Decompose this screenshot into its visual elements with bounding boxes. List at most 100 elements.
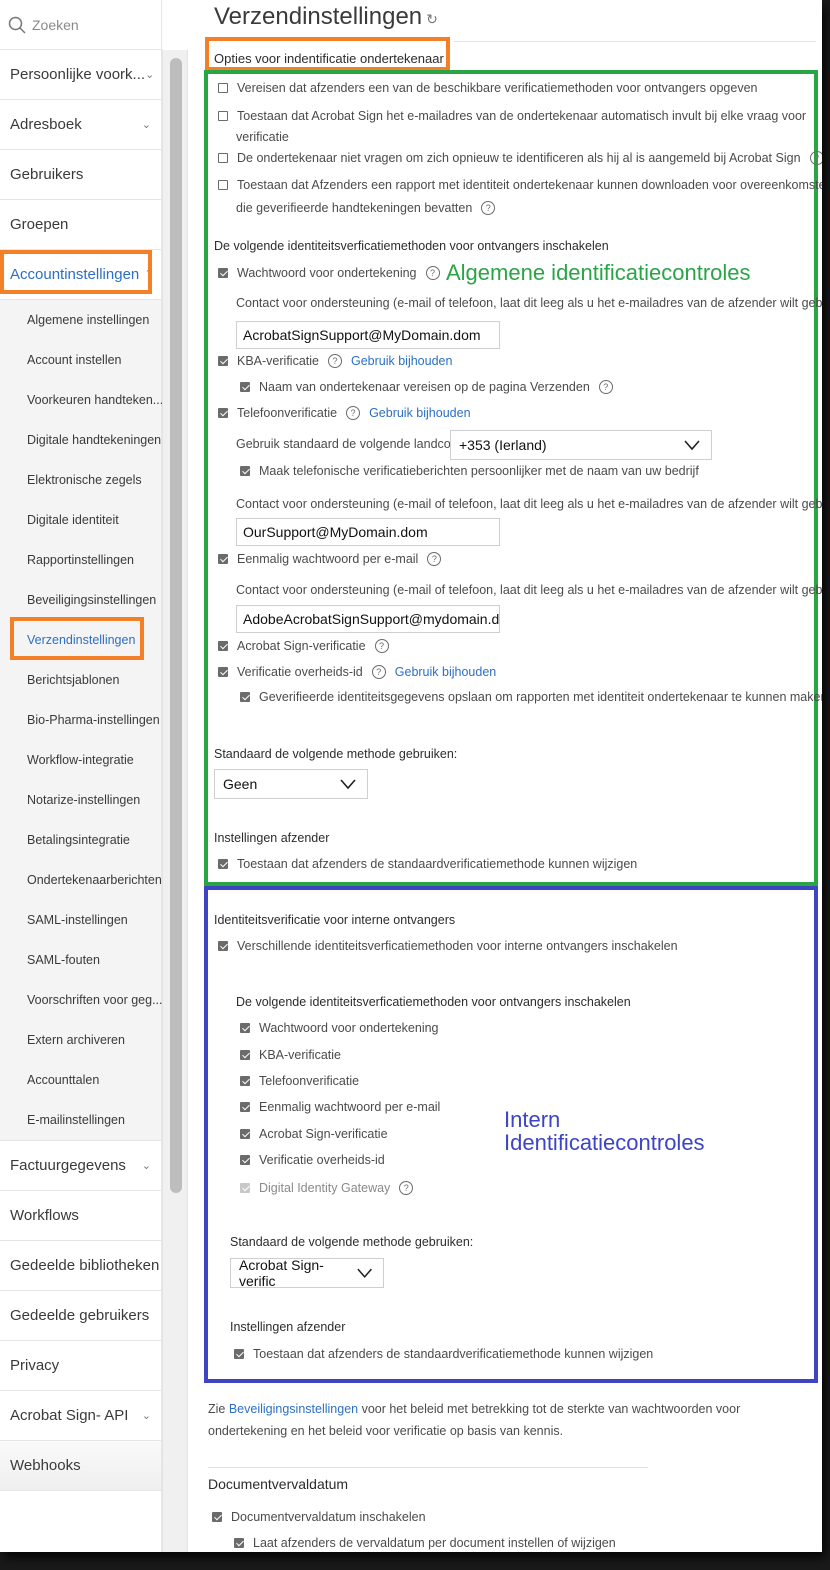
checkbox[interactable]: [218, 859, 228, 869]
help-icon[interactable]: ?: [371, 665, 386, 679]
help-icon[interactable]: ?: [598, 380, 613, 394]
checkbox[interactable]: [218, 180, 228, 190]
sidebar-subitem-digitale-identiteit[interactable]: Digitale identiteit: [0, 500, 161, 540]
internal-sender-allow-change[interactable]: Toestaan dat afzenders de standaardverif…: [234, 1347, 653, 1361]
help-icon[interactable]: ?: [809, 151, 822, 165]
sender-allow-change[interactable]: Toestaan dat afzenders de standaardverif…: [218, 857, 637, 871]
internal-method-kba[interactable]: KBA-verificatie: [240, 1048, 341, 1062]
checkbox[interactable]: [218, 667, 228, 677]
sidebar-subitem-elektronische-zegels[interactable]: Elektronische zegels: [0, 460, 161, 500]
checkbox[interactable]: [240, 466, 250, 476]
internal-method-gov-id[interactable]: Verificatie overheids-id: [240, 1153, 385, 1167]
checkbox[interactable]: [218, 268, 228, 278]
sidebar-subitem-algemene-instellingen[interactable]: Algemene instellingen: [0, 300, 161, 340]
sidebar-item-adresboek[interactable]: Adresboek ⌄: [0, 100, 161, 150]
sidebar-subitem-rapportinstellingen[interactable]: Rapportinstellingen: [0, 540, 161, 580]
internal-method-email-otp[interactable]: Eenmalig wachtwoord per e-mail: [240, 1100, 440, 1114]
checkbox[interactable]: [234, 1538, 244, 1548]
help-icon[interactable]: ?: [427, 552, 442, 566]
sidebar-item-privacy[interactable]: Privacy: [0, 1341, 161, 1391]
checkbox[interactable]: [212, 1512, 222, 1522]
checkbox[interactable]: [240, 692, 250, 702]
checkbox[interactable]: [240, 1023, 250, 1033]
method-phone[interactable]: Telefoonverificatie ? Gebruik bijhouden: [218, 406, 471, 420]
method-password[interactable]: Wachtwoord voor ondertekening ?: [218, 266, 440, 280]
method-kba[interactable]: KBA-verificatie ? Gebruik bijhouden: [218, 354, 452, 368]
sidebar-subitem-extern-archiveren[interactable]: Extern archiveren: [0, 1020, 161, 1060]
help-icon[interactable]: ?: [374, 639, 389, 653]
refresh-icon[interactable]: ↻: [426, 11, 438, 27]
sidebar-item-acrobat-sign-api[interactable]: Acrobat Sign- API ⌄: [0, 1391, 161, 1441]
kba-track-usage-link[interactable]: Gebruik bijhouden: [351, 354, 452, 368]
help-icon[interactable]: ?: [481, 201, 496, 215]
checkbox[interactable]: [218, 83, 228, 93]
doc-expiry-allow-senders[interactable]: Laat afzenders de vervaldatum per docume…: [234, 1536, 616, 1550]
internal-default-method-select[interactable]: Acrobat Sign-verific: [230, 1257, 384, 1289]
sidebar-item-gebruikers[interactable]: Gebruikers: [0, 150, 161, 200]
sidebar-item-persoonlijke-voorkeuren[interactable]: Persoonlijke voork... ⌄: [0, 50, 161, 100]
sidebar-item-gedeelde-bibliotheken[interactable]: Gedeelde bibliotheken: [0, 1241, 161, 1291]
checkbox[interactable]: [218, 408, 228, 418]
country-code-select[interactable]: +353 (Ierland): [450, 430, 712, 460]
sidebar-subitem-saml-instellingen[interactable]: SAML-instellingen: [0, 900, 161, 940]
checkbox[interactable]: [234, 1349, 244, 1359]
sidebar-subitem-ondertekenaarberichten[interactable]: Ondertekenaarberichten: [0, 860, 162, 900]
sidebar-subitem-bio-pharma[interactable]: Bio-Pharma-instellingen: [0, 700, 161, 740]
sidebar-subitem-betalingsintegratie[interactable]: Betalingsintegratie: [0, 820, 161, 860]
checkbox[interactable]: [218, 554, 228, 564]
checkbox[interactable]: [218, 153, 228, 163]
sidebar-subitem-beveiligingsinstellingen[interactable]: Beveiligingsinstellingen: [0, 580, 161, 620]
doc-expiry-enable[interactable]: Documentvervaldatum inschakelen: [212, 1510, 426, 1524]
sidebar-subitem-digitale-handtekeningen[interactable]: Digitale handtekeningen: [0, 420, 161, 460]
sidebar-subitem-accounttalen[interactable]: Accounttalen: [0, 1060, 161, 1100]
option-autofill-email[interactable]: Toestaan dat Acrobat Sign het e-mailadre…: [218, 109, 806, 123]
sidebar-item-workflows[interactable]: Workflows: [0, 1191, 161, 1241]
method-kba-require-name[interactable]: Naam van ondertekenaar vereisen op de pa…: [240, 380, 613, 394]
sidebar-subitem-workflow-integratie[interactable]: Workflow-integratie: [0, 740, 161, 780]
email-otp-support-contact-input[interactable]: AdobeAcrobatSignSupport@mydomain.dor: [236, 605, 500, 633]
sidebar-subitem-voorschriften[interactable]: Voorschriften voor geg...: [0, 980, 163, 1020]
sidebar-subitem-saml-fouten[interactable]: SAML-fouten: [0, 940, 161, 980]
phone-support-contact-input[interactable]: OurSupport@MyDomain.dom: [236, 518, 500, 546]
security-settings-link[interactable]: Beveiligingsinstellingen: [229, 1402, 358, 1416]
sidebar-subitem-berichtsjablonen[interactable]: Berichtsjablonen: [0, 660, 161, 700]
checkbox[interactable]: [218, 356, 228, 366]
default-method-select[interactable]: Geen: [214, 769, 368, 799]
checkbox[interactable]: [218, 641, 228, 651]
password-support-contact-input[interactable]: AcrobatSignSupport@MyDomain.dom: [236, 321, 500, 349]
option-no-reidentify[interactable]: De ondertekenaar niet vragen om zich opn…: [218, 151, 822, 165]
sidebar-scrollbar[interactable]: [162, 50, 188, 1552]
checkbox[interactable]: [218, 941, 228, 951]
checkbox[interactable]: [240, 1076, 250, 1086]
internal-method-password[interactable]: Wachtwoord voor ondertekening: [240, 1021, 439, 1035]
sidebar-subitem-e-mailinstellingen[interactable]: E-mailinstellingen: [0, 1100, 161, 1140]
checkbox[interactable]: [240, 382, 250, 392]
sidebar-subitem-notarize[interactable]: Notarize-instellingen: [0, 780, 161, 820]
gov-id-track-usage-link[interactable]: Gebruik bijhouden: [395, 665, 496, 679]
option-require-verification[interactable]: Vereisen dat afzenders een van de beschi…: [218, 81, 757, 95]
option-identity-report[interactable]: Toestaan dat Afzenders een rapport met i…: [218, 178, 822, 192]
sidebar-item-gedeelde-gebruikers[interactable]: Gedeelde gebruikers: [0, 1291, 161, 1341]
internal-method-phone[interactable]: Telefoonverificatie: [240, 1074, 359, 1088]
help-icon[interactable]: ?: [425, 266, 440, 280]
method-phone-personalize[interactable]: Maak telefonische verificatieberichten p…: [240, 464, 699, 478]
help-icon[interactable]: ?: [399, 1181, 414, 1195]
sidebar-subitem-voorkeuren-handtekening[interactable]: Voorkeuren handteken...: [0, 380, 163, 420]
sidebar-item-groepen[interactable]: Groepen: [0, 200, 161, 250]
checkbox[interactable]: [240, 1155, 250, 1165]
sidebar-subitem-account-instellen[interactable]: Account instellen: [0, 340, 161, 380]
help-icon[interactable]: ?: [346, 406, 361, 420]
checkbox[interactable]: [240, 1129, 250, 1139]
method-gov-id[interactable]: Verificatie overheids-id ? Gebruik bijho…: [218, 665, 496, 679]
internal-enable[interactable]: Verschillende identiteitsverficatiemetho…: [218, 939, 678, 953]
sidebar-item-webhooks[interactable]: Webhooks: [0, 1441, 161, 1491]
internal-method-acrobat-sign[interactable]: Acrobat Sign-verificatie: [240, 1127, 388, 1141]
checkbox[interactable]: [240, 1050, 250, 1060]
method-gov-id-store[interactable]: Geverifieerde identiteitsgegevens opslaa…: [240, 690, 822, 704]
sidebar-item-factuurgegevens[interactable]: Factuurgegevens ⌄: [0, 1141, 161, 1191]
method-acrobat-sign[interactable]: Acrobat Sign-verificatie ?: [218, 639, 389, 653]
method-email-otp[interactable]: Eenmalig wachtwoord per e-mail ?: [218, 552, 442, 566]
search-box[interactable]: Zoeken: [0, 0, 161, 50]
checkbox[interactable]: [240, 1102, 250, 1112]
phone-track-usage-link[interactable]: Gebruik bijhouden: [369, 406, 470, 420]
